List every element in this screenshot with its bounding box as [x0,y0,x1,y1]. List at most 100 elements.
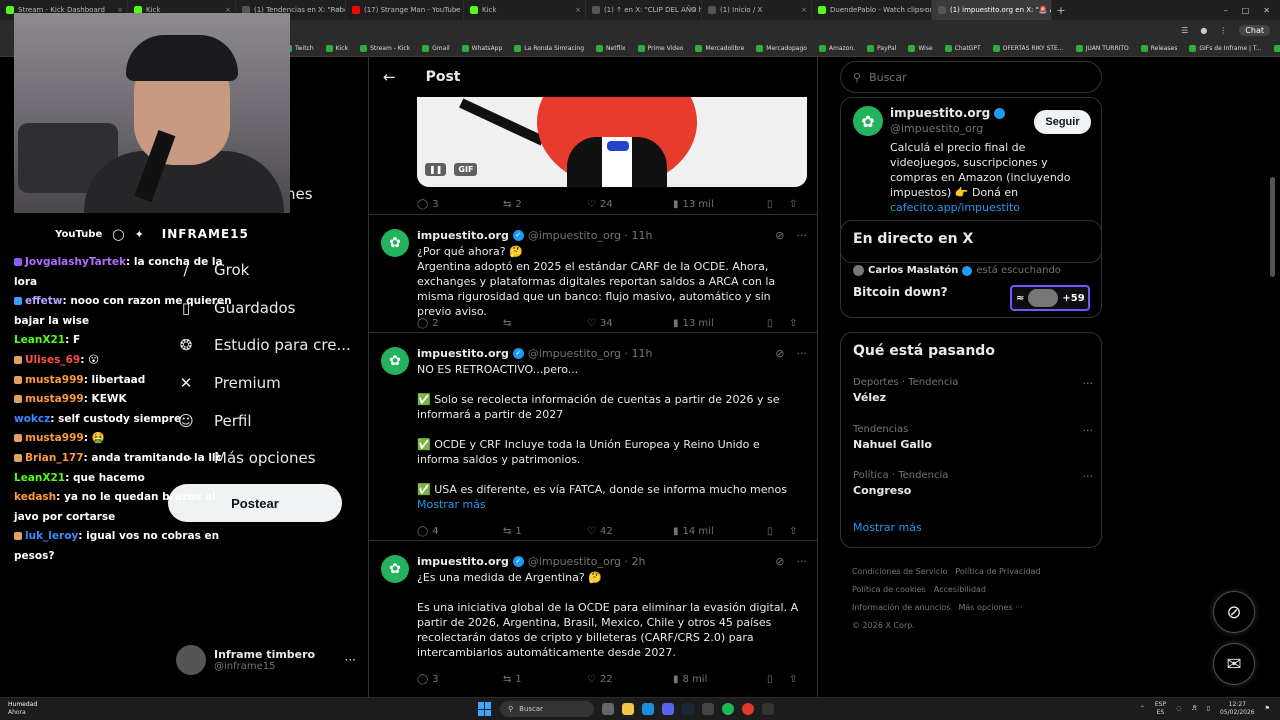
bookmark-icon[interactable]: ▯ [767,526,789,537]
like-button[interactable]: ♡ 22 [587,674,673,685]
avatar[interactable]: ✿ [381,347,409,375]
messages-fab-icon[interactable]: ✉ [1213,643,1255,685]
search-box[interactable]: ⚲ Buscar [840,61,1102,93]
footer-link[interactable]: Política de cookies [852,585,926,594]
live-listeners-chip[interactable]: ≈ +59 [1010,285,1090,311]
gif-media[interactable]: ❚❚ GIF [417,97,807,187]
windows-start-icon[interactable] [478,702,492,716]
bookmark-item[interactable]: Wise [908,44,933,52]
language-indicator[interactable]: ESP ES [1155,701,1166,717]
more-icon[interactable]: ··· [797,347,808,360]
more-icon[interactable]: ··· [797,555,808,568]
close-icon[interactable]: × [575,6,581,14]
like-button[interactable]: ♡ 42 [587,526,673,537]
grok-icon[interactable]: ⊘ [775,347,784,360]
maximize-icon[interactable]: □ [1242,6,1250,15]
avatar[interactable]: ✿ [853,106,883,136]
scrollbar[interactable] [1270,177,1275,277]
bookmark-item[interactable]: GIFs de Inframe | T... [1189,44,1262,52]
views-button[interactable]: ▮ 13 mil [673,199,767,210]
more-icon[interactable]: ··· [1083,377,1094,390]
obs-icon[interactable] [762,703,774,715]
tweet-author[interactable]: impuestito.org [417,229,509,242]
close-icon[interactable]: × [691,6,697,14]
bookmark-item[interactable]: OFERTAS RIKY STE... [992,44,1064,52]
browser-tab[interactable]: DuendePablo - Watch clips on Kick× [812,0,932,20]
chat-username[interactable]: musta999 [25,432,84,444]
follow-button[interactable]: Seguir [1034,110,1091,134]
app-icon[interactable] [702,703,714,715]
bookmark-item[interactable]: Kick [325,44,348,52]
bookmark-item[interactable]: Stream - Kick [360,44,410,52]
chat-username[interactable]: wokcz [14,413,50,425]
bookmark-item[interactable]: WhatsApp [461,44,502,52]
edge-icon[interactable] [642,703,654,715]
share-icon[interactable]: ⇧ [789,199,797,210]
new-tab-button[interactable]: + [1052,4,1070,17]
weather-widget[interactable]: Humedad Ahora [8,701,37,717]
bookmark-item[interactable]: Mercadopago [756,44,807,52]
more-icon[interactable]: ··· [1083,470,1094,483]
views-button[interactable]: ▮ 8 mil [673,674,767,685]
file-explorer-icon[interactable] [622,703,634,715]
battery-icon[interactable]: ▯ [1207,705,1210,713]
footer-link[interactable]: Información de anuncios [852,603,950,612]
bookmark-icon[interactable]: ▯ [767,199,789,210]
grok-fab-icon[interactable]: ⊘ [1213,591,1255,633]
trend-item[interactable]: Tendencias Nahuel Gallo ··· [853,424,1093,451]
chat-button[interactable]: Chat [1239,24,1270,36]
share-icon[interactable]: ⇧ [789,318,797,329]
bookmark-icon[interactable]: ▯ [767,674,789,685]
chat-username[interactable]: LeanX21 [14,334,65,346]
search-input[interactable]: Buscar [869,71,907,84]
reply-button[interactable]: ◯ 3 [417,199,503,210]
reply-button[interactable]: ◯ 3 [417,674,503,685]
views-button[interactable]: ▮ 14 mil [673,526,767,537]
menu-icon[interactable]: ⋮ [1219,26,1227,35]
like-button[interactable]: ♡ 24 [587,199,673,210]
close-icon[interactable]: × [801,6,807,14]
chat-username[interactable]: JovgalashyTartek [25,256,126,268]
pause-icon[interactable]: ❚❚ [425,163,447,176]
chat-username[interactable]: effetw [25,295,62,307]
spotify-icon[interactable] [722,703,734,715]
discord-icon[interactable] [662,703,674,715]
footer-link[interactable]: Política de Privacidad [955,567,1040,576]
bookmark-item[interactable]: Amazon. [818,44,855,52]
bookmark-item[interactable]: La Ronda Simracing [514,44,584,52]
footer-link[interactable]: Más opciones ··· [958,603,1022,612]
live-host[interactable]: Carlos Maslatón está escuchando [853,265,1061,276]
minimize-icon[interactable]: – [1224,6,1228,15]
profile-avatar-icon[interactable]: ● [1200,26,1207,35]
trend-item[interactable]: Deportes · Tendencia Vélez ··· [853,377,1093,404]
tweet-author[interactable]: impuestito.org [417,347,509,360]
close-icon[interactable]: × [335,6,341,14]
live-topic[interactable]: Bitcoin down? [853,285,948,299]
repost-button[interactable]: ⇆ 2 [503,199,587,210]
account-switcher[interactable]: Inframe timbero @inframe15 ··· [176,643,356,677]
show-more-link[interactable]: Mostrar más [417,497,805,512]
chat-username[interactable]: Ulises_69 [25,354,80,366]
browser-tab[interactable]: Kick × [464,0,586,20]
avatar[interactable]: ✿ [381,229,409,257]
chat-username[interactable]: musta999 [25,374,84,386]
notification-bell-icon[interactable]: ⚑ [1265,705,1270,713]
chat-username[interactable]: Brian_177 [25,452,84,464]
bookmark-item[interactable]: CRIPTO [1273,44,1280,52]
bookmark-item[interactable]: Mercadolibre [695,44,744,52]
footer-link[interactable]: Accesibilidad [934,585,986,594]
bookmark-item[interactable]: Prime Video [637,44,683,52]
more-icon[interactable]: ··· [345,653,356,667]
more-icon[interactable]: ··· [1083,424,1094,437]
grok-icon[interactable]: ⊘ [775,555,784,568]
close-window-icon[interactable]: ✕ [1263,6,1270,15]
chrome-icon[interactable] [742,703,754,715]
bookmark-item[interactable]: Gmail [422,44,450,52]
bookmark-item[interactable]: PayPal [867,44,896,52]
close-icon[interactable]: × [453,6,459,14]
trend-item[interactable]: Política · Tendencia Congreso ··· [853,470,1093,497]
profile-link[interactable]: cafecito.app/impuestito [890,201,1020,214]
browser-tab[interactable]: (17) Strange Man - YouTube × [346,0,464,20]
chat-username[interactable]: kedash [14,491,56,503]
wifi-icon[interactable]: ◌ [1176,705,1181,713]
